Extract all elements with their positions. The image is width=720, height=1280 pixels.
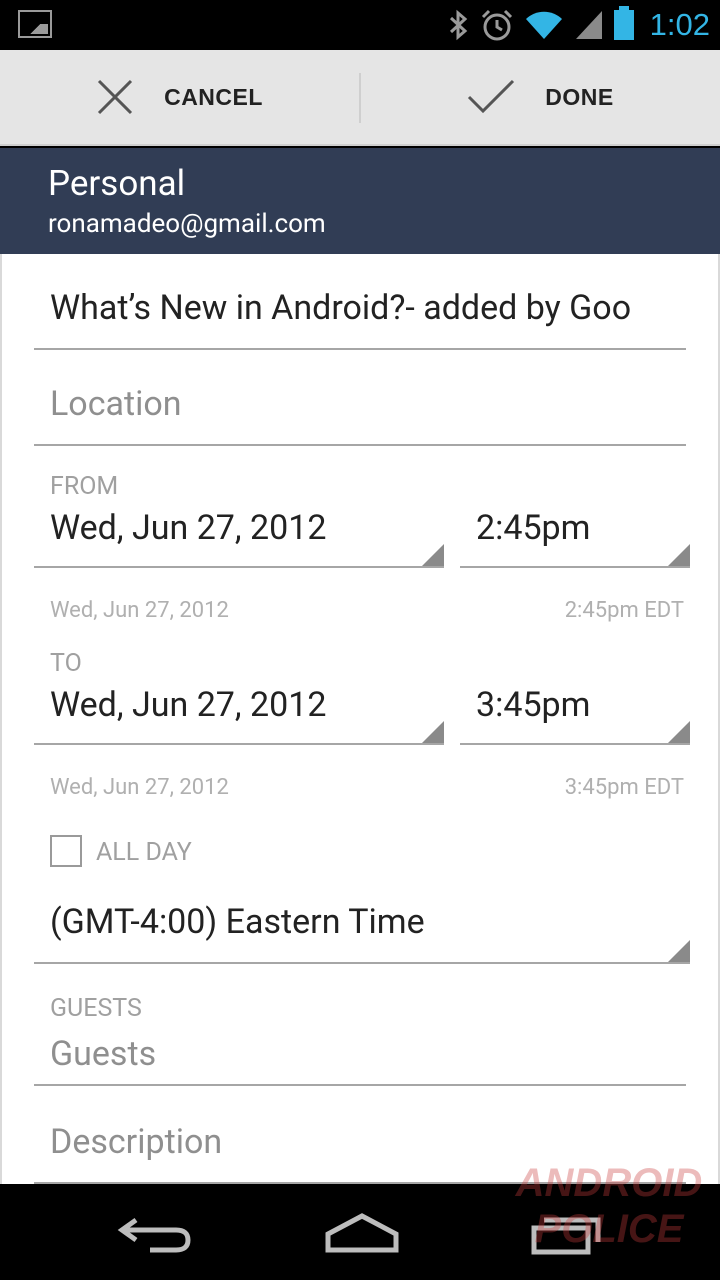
dropdown-triangle-icon xyxy=(422,721,444,743)
description-placeholder: Description xyxy=(50,1122,223,1162)
from-date-value: Wed, Jun 27, 2012 xyxy=(50,508,327,548)
event-title-field[interactable]: What’s New in Android?- added by Goo xyxy=(34,254,686,350)
timezone-spinner[interactable]: (GMT-4:00) Eastern Time xyxy=(34,884,690,964)
signal-icon xyxy=(575,11,602,39)
alarm-icon xyxy=(481,9,512,41)
guests-label: GUESTS xyxy=(50,994,142,1023)
bluetooth-icon xyxy=(449,9,467,41)
android-police-watermark: ANDROID POLICE xyxy=(510,1160,708,1270)
location-placeholder: Location xyxy=(50,384,182,424)
dropdown-triangle-icon xyxy=(668,721,690,743)
account-header[interactable]: Personal ronamadeo@gmail.com xyxy=(0,148,720,254)
gallery-icon xyxy=(18,10,52,38)
to-label: TO xyxy=(50,649,82,678)
from-time-spinner[interactable]: 2:45pm xyxy=(460,504,690,568)
to-time-spinner[interactable]: 3:45pm xyxy=(460,681,690,745)
watermark-line-2: POLICE xyxy=(534,1207,684,1251)
from-date-spinner[interactable]: Wed, Jun 27, 2012 xyxy=(34,504,444,568)
close-icon xyxy=(98,79,133,115)
done-label: DONE xyxy=(545,83,614,110)
event-title-value: What’s New in Android?- added by Goo xyxy=(50,288,632,328)
from-time-value: 2:45pm xyxy=(476,508,591,548)
done-button[interactable]: DONE xyxy=(361,50,720,144)
to-date-spinner[interactable]: Wed, Jun 27, 2012 xyxy=(34,681,444,745)
to-date-value: Wed, Jun 27, 2012 xyxy=(50,685,327,725)
guests-field[interactable]: Guests xyxy=(34,1028,686,1086)
calendar-name: Personal xyxy=(48,163,186,204)
all-day-checkbox[interactable] xyxy=(50,835,82,867)
dropdown-triangle-icon xyxy=(422,544,444,566)
location-field[interactable]: Location xyxy=(34,350,686,446)
back-icon[interactable] xyxy=(106,1206,202,1258)
event-edit-form: What’s New in Android?- added by Goo Loc… xyxy=(0,254,720,1184)
home-icon[interactable] xyxy=(314,1206,410,1258)
dropdown-triangle-icon xyxy=(668,940,690,962)
all-day-label: ALL DAY xyxy=(96,838,192,867)
cancel-label: CANCEL xyxy=(164,83,263,110)
clock: 1:02 xyxy=(649,7,710,42)
status-icons: 1:02 xyxy=(446,0,710,50)
wifi-icon xyxy=(525,11,562,39)
guests-placeholder: Guests xyxy=(50,1034,157,1074)
timezone-value: (GMT-4:00) Eastern Time xyxy=(50,902,425,942)
cancel-button[interactable]: CANCEL xyxy=(0,50,359,144)
action-bar: CANCEL DONE xyxy=(0,50,720,146)
to-home-date: Wed, Jun 27, 2012 xyxy=(50,775,229,800)
watermark-line-1: ANDROID xyxy=(515,1161,703,1205)
from-home-time: 2:45pm EDT xyxy=(564,598,684,623)
from-home-date: Wed, Jun 27, 2012 xyxy=(50,598,229,623)
from-label: FROM xyxy=(50,472,119,501)
status-bar: 1:02 xyxy=(0,0,720,50)
to-time-value: 3:45pm xyxy=(476,685,591,725)
account-email: ronamadeo@gmail.com xyxy=(48,209,326,239)
battery-icon xyxy=(613,6,634,40)
dropdown-triangle-icon xyxy=(668,544,690,566)
to-home-time: 3:45pm EDT xyxy=(564,775,684,800)
check-icon xyxy=(468,79,515,114)
